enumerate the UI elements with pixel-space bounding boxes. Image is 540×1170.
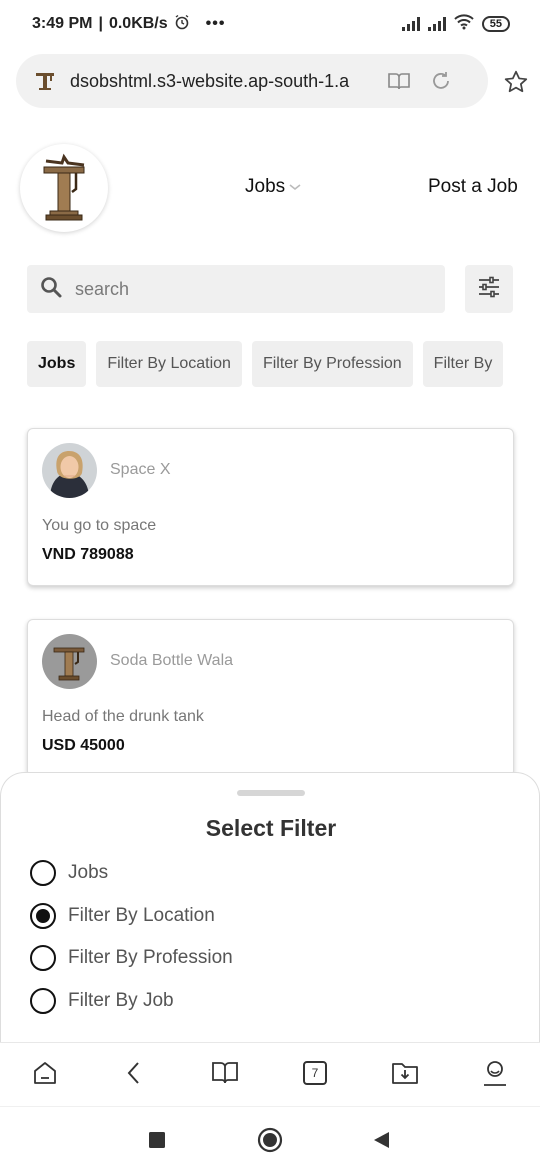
job-title: You go to space: [42, 517, 157, 534]
job-salary: USD 45000: [42, 737, 125, 754]
filter-button[interactable]: [465, 265, 513, 313]
radio-button[interactable]: [30, 945, 56, 971]
chevron-down-icon: [289, 176, 301, 198]
battery-icon: 55: [481, 16, 510, 32]
browser-bottom-nav: 7: [0, 1042, 540, 1106]
filter-option-job[interactable]: Filter By Job: [30, 986, 174, 1016]
filter-chips: Jobs Filter By Location Filter By Professi…: [27, 341, 513, 387]
alarm-icon: [174, 14, 190, 35]
url-text[interactable]: dsobshtml.s3-website.ap-south-1.a: [70, 71, 370, 92]
sheet-title: Select Filter: [205, 815, 337, 841]
filter-option-label: Filter By Location: [68, 905, 215, 926]
site-favicon-icon: [34, 70, 56, 92]
recents-icon[interactable]: [144, 1127, 170, 1153]
drag-handle[interactable]: [237, 790, 305, 796]
job-card[interactable]: Soda Bottle Wala Head of the drunk tank …: [27, 619, 514, 777]
radio-button-selected[interactable]: [30, 903, 56, 929]
more-notifications-icon: •••: [205, 15, 226, 32]
filter-option-label: Filter By Profession: [68, 947, 233, 968]
filter-option-label: Filter By Job: [68, 990, 174, 1011]
chip-filter-by[interactable]: Filter By: [422, 341, 504, 387]
back-icon[interactable]: [118, 1057, 150, 1089]
reload-icon[interactable]: [428, 68, 454, 94]
signal-icon-2: [427, 17, 446, 31]
radio-button[interactable]: [30, 860, 56, 886]
logo-icon: [43, 153, 85, 221]
nav-jobs-dropdown[interactable]: Jobs: [245, 176, 301, 198]
job-salary: VND 789088: [42, 546, 134, 563]
tabs-button[interactable]: 7: [299, 1057, 331, 1089]
chip-filter-profession[interactable]: Filter By Profession: [251, 341, 413, 387]
home-icon[interactable]: [29, 1057, 61, 1089]
filter-option-profession[interactable]: Filter By Profession: [30, 943, 233, 973]
network-speed: 0.0KB/s: [108, 15, 168, 32]
filter-bottom-sheet: Select Filter Jobs Filter By Location Fi…: [0, 772, 540, 1042]
filter-option-location[interactable]: Filter By Location: [30, 901, 215, 931]
reader-mode-icon[interactable]: [386, 68, 412, 94]
profile-icon[interactable]: [479, 1057, 511, 1089]
tab-count: 7: [303, 1061, 327, 1085]
job-title: Head of the drunk tank: [42, 708, 204, 725]
company-name: Soda Bottle Wala: [110, 652, 234, 669]
chip-jobs[interactable]: Jobs: [27, 341, 87, 387]
sliders-icon: [477, 276, 501, 303]
system-nav-bar: [0, 1106, 540, 1170]
search-icon: [39, 275, 63, 304]
company-logo: [42, 634, 97, 689]
radio-button[interactable]: [30, 988, 56, 1014]
filter-option-jobs[interactable]: Jobs: [30, 858, 108, 888]
address-bar[interactable]: dsobshtml.s3-website.ap-south-1.a: [16, 54, 488, 108]
filter-option-label: Jobs: [68, 862, 109, 883]
bookmark-star-icon[interactable]: [502, 68, 530, 96]
company-name: Space X: [110, 461, 171, 478]
site-logo[interactable]: [20, 144, 108, 232]
bookmarks-icon[interactable]: [209, 1057, 241, 1089]
search-bar[interactable]: [27, 265, 445, 313]
nav-jobs-label: Jobs: [245, 176, 286, 197]
avatar: [42, 443, 97, 498]
wifi-icon: [454, 13, 474, 35]
search-input[interactable]: [75, 278, 415, 300]
job-card[interactable]: Space X You go to space VND 789088: [27, 428, 514, 586]
status-bar: 3:49 PM | 0.0KB/s ••• 55: [0, 0, 540, 48]
downloads-icon[interactable]: [389, 1057, 421, 1089]
post-job-link[interactable]: Post a Job: [428, 176, 518, 198]
chip-filter-location[interactable]: Filter By Location: [96, 341, 242, 387]
status-time: 3:49 PM: [32, 15, 93, 32]
home-button-icon[interactable]: [257, 1127, 283, 1153]
signal-icon: [401, 17, 420, 31]
back-triangle-icon[interactable]: [368, 1127, 394, 1153]
